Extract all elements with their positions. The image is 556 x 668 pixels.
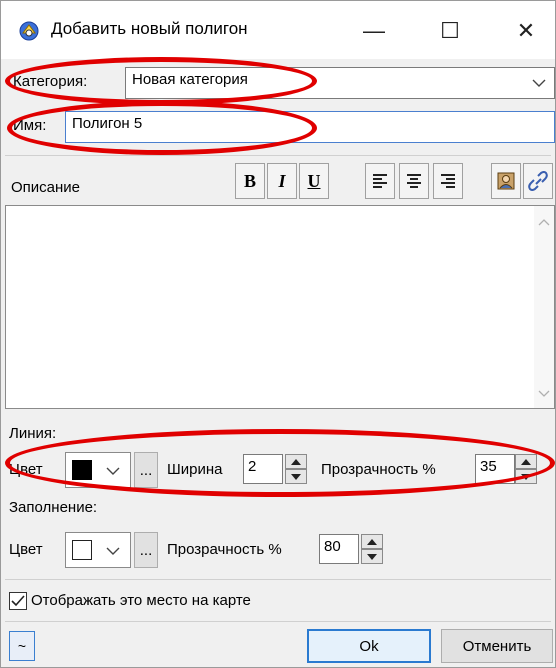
underline-icon: U [307, 170, 321, 191]
fill-section-label: Заполнение: [9, 499, 98, 516]
line-width-input[interactable]: 2 [243, 454, 283, 484]
chevron-down-icon [106, 467, 120, 475]
fill-color-picker[interactable] [65, 532, 131, 568]
close-button[interactable]: ✕ [503, 11, 549, 51]
line-opacity-value: 35 [480, 458, 497, 475]
fill-opacity-spinner[interactable] [361, 534, 383, 564]
minimize-button[interactable]: — [351, 11, 397, 51]
show-on-map-label: Отображать это место на карте [31, 592, 251, 609]
chevron-down-icon [532, 79, 546, 87]
checkmark-icon [11, 595, 25, 607]
category-value: Новая категория [132, 71, 248, 88]
spin-up-icon [291, 458, 301, 465]
fill-opacity-input[interactable]: 80 [319, 534, 359, 564]
align-center-icon [407, 174, 421, 188]
divider [5, 579, 551, 580]
fill-color-swatch [72, 540, 92, 560]
description-textarea[interactable] [5, 205, 555, 409]
insert-image-button[interactable] [491, 163, 521, 199]
italic-icon: I [278, 170, 286, 191]
line-color-picker[interactable] [65, 452, 131, 488]
scroll-down-icon[interactable] [538, 390, 550, 398]
description-scrollbar[interactable] [534, 206, 554, 408]
spin-down-button[interactable] [285, 469, 307, 484]
name-label: Имя: [13, 117, 47, 134]
spin-down-button[interactable] [361, 549, 383, 564]
underline-button[interactable]: U [299, 163, 329, 199]
spin-up-icon [521, 458, 531, 465]
divider [5, 155, 551, 156]
scroll-up-icon[interactable] [538, 218, 550, 226]
line-opacity-spinner[interactable] [515, 454, 537, 484]
name-value: Полигон 5 [72, 115, 143, 132]
fill-color-more-button[interactable]: ... [134, 532, 158, 568]
description-label: Описание [11, 179, 81, 196]
line-opacity-label: Прозрачность % [321, 461, 436, 478]
line-color-label: Цвет [9, 461, 43, 478]
dialog-window: Добавить новый полигон — ☐ ✕ Категория: … [0, 0, 556, 668]
insert-link-button[interactable] [523, 163, 553, 199]
name-input[interactable]: Полигон 5 [65, 111, 555, 143]
cancel-button[interactable]: Отменить [441, 629, 553, 663]
window-title: Добавить новый полигон [51, 19, 248, 38]
insert-image-icon [497, 172, 515, 190]
italic-button[interactable]: I [267, 163, 297, 199]
satellite-dish-icon [19, 21, 39, 41]
fill-opacity-value: 80 [324, 538, 341, 555]
align-left-icon [373, 174, 387, 188]
ok-button[interactable]: Ok [307, 629, 431, 663]
align-center-button[interactable] [399, 163, 429, 199]
spin-down-icon [521, 473, 531, 480]
fill-opacity-label: Прозрачность % [167, 541, 282, 558]
fill-color-label: Цвет [9, 541, 43, 558]
line-width-value: 2 [248, 458, 257, 475]
spin-down-icon [367, 553, 377, 560]
title-bar: Добавить новый полигон — ☐ ✕ [1, 1, 555, 59]
line-width-label: Ширина [167, 461, 223, 478]
chevron-down-icon [106, 547, 120, 555]
line-section-label: Линия: [9, 425, 57, 442]
align-right-icon [441, 174, 455, 188]
bold-button[interactable]: B [235, 163, 265, 199]
spin-up-button[interactable] [361, 534, 383, 549]
show-on-map-checkbox[interactable] [9, 592, 27, 610]
line-color-more-button[interactable]: ... [134, 452, 158, 488]
maximize-button[interactable]: ☐ [427, 11, 473, 51]
bold-icon: B [243, 170, 256, 191]
spin-up-icon [367, 538, 377, 545]
line-width-spinner[interactable] [285, 454, 307, 484]
divider [5, 621, 551, 622]
insert-link-icon [528, 171, 548, 191]
line-color-swatch [72, 460, 92, 480]
category-label: Категория: [13, 73, 88, 90]
align-left-button[interactable] [365, 163, 395, 199]
spin-up-button[interactable] [515, 454, 537, 469]
align-right-button[interactable] [433, 163, 463, 199]
spin-down-icon [291, 473, 301, 480]
spin-down-button[interactable] [515, 469, 537, 484]
category-select[interactable]: Новая категория [125, 67, 555, 99]
spin-up-button[interactable] [285, 454, 307, 469]
line-opacity-input[interactable]: 35 [475, 454, 515, 484]
expand-button[interactable]: ~ [9, 631, 35, 661]
